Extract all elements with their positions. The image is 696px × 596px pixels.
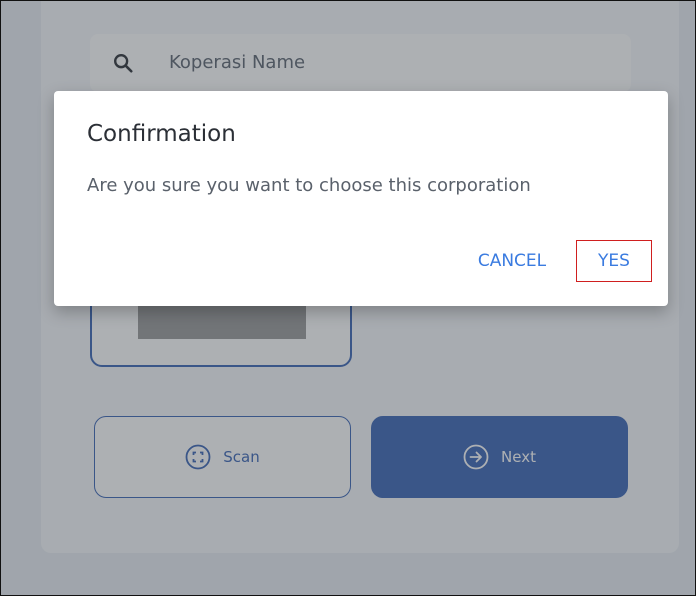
- confirmation-dialog: Confirmation Are you sure you want to ch…: [54, 91, 668, 306]
- dialog-message: Are you sure you want to choose this cor…: [87, 175, 531, 196]
- dialog-title: Confirmation: [87, 121, 236, 147]
- cancel-button[interactable]: CANCEL: [466, 241, 558, 281]
- app-frame: Koperasi Name Scan Next Confirmation Are…: [0, 0, 696, 596]
- yes-button[interactable]: YES: [576, 240, 652, 282]
